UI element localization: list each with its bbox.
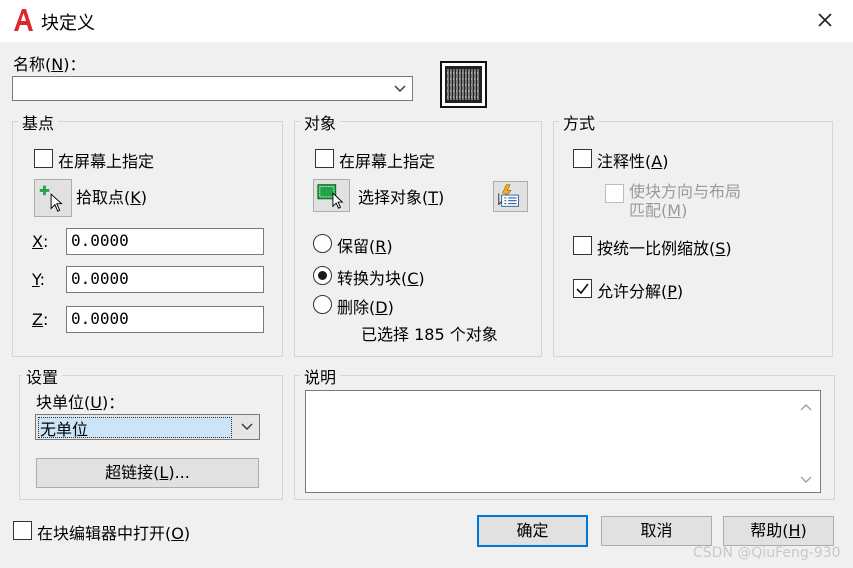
radio-selected-dot [318,271,327,280]
objects-group-title: 对象 [300,110,341,134]
hyperlink-button[interactable]: 超链接(L)... [36,458,259,488]
z-input[interactable]: 0.0000 [66,306,264,333]
checkmark-icon [576,283,589,295]
y-input[interactable]: 0.0000 [66,266,264,293]
basepoint-group-title: 基点 [18,110,59,134]
scroll-up-icon[interactable] [800,403,812,411]
description-group-title: 说明 [300,364,341,388]
objects-onscreen-label: 在屏幕上指定 [339,152,436,171]
convert-label: 转换为块(C) [337,269,425,288]
pick-point-button[interactable] [34,179,72,217]
block-preview-icon [445,66,482,103]
quick-select-icon [498,184,519,207]
block-unit-select[interactable]: 无单位 [35,414,260,440]
watermark-text: CSDN @QiuFeng-930 [693,545,841,561]
annotative-label: 注释性(A) [597,152,669,171]
block-preview [440,61,487,108]
name-label: 名称(N)： [13,55,86,74]
pick-point-label: 拾取点(K) [76,188,147,207]
select-objects-icon [317,184,344,209]
z-label: Z: [32,310,49,329]
basepoint-onscreen-label: 在屏幕上指定 [58,152,155,171]
close-button[interactable] [808,6,842,36]
autocad-logo-icon [12,7,34,33]
cancel-button[interactable]: 取消 [601,516,712,546]
match-layout-checkbox[interactable] [605,184,624,203]
name-combobox[interactable] [12,76,413,101]
help-button[interactable]: 帮助(H) [723,516,834,546]
open-in-editor-checkbox[interactable] [13,521,32,540]
title-bar [0,0,853,42]
scroll-down-icon[interactable] [800,476,812,484]
quick-select-button[interactable] [493,181,528,212]
annotative-checkbox[interactable] [573,149,592,168]
chevron-down-icon [394,85,406,92]
select-objects-button[interactable] [313,179,350,212]
close-icon [818,13,832,27]
retain-label: 保留(R) [337,237,393,256]
y-label: Y: [32,270,46,289]
uniform-scale-checkbox[interactable] [573,236,592,255]
match-layout-label: 使块方向与布局 匹配(M) [629,182,742,220]
x-input[interactable]: 0.0000 [66,228,264,255]
uniform-scale-label: 按统一比例缩放(S) [597,239,732,258]
x-label: X: [32,232,49,251]
behavior-group-title: 方式 [559,110,600,134]
block-unit-label: 块单位(U)： [36,393,125,412]
ok-button[interactable]: 确定 [477,515,588,547]
delete-label: 删除(D) [337,298,394,317]
delete-radio[interactable] [313,295,332,314]
allow-explode-checkbox[interactable] [573,279,592,298]
window-title: 块定义 [41,13,95,34]
basepoint-onscreen-checkbox[interactable] [34,149,53,168]
select-objects-label: 选择对象(T) [358,188,445,207]
block-unit-value: 无单位 [40,420,89,439]
objects-onscreen-checkbox[interactable] [315,149,334,168]
open-in-editor-label: 在块编辑器中打开(O) [37,524,191,543]
description-textarea[interactable] [305,390,821,493]
settings-group-title: 设置 [22,364,63,388]
chevron-down-icon [241,423,253,430]
allow-explode-label: 允许分解(P) [597,282,684,301]
selection-count-text: 已选择 185 个对象 [361,325,498,344]
convert-radio[interactable] [313,266,332,285]
retain-radio[interactable] [313,234,332,253]
pick-point-icon [39,185,63,212]
